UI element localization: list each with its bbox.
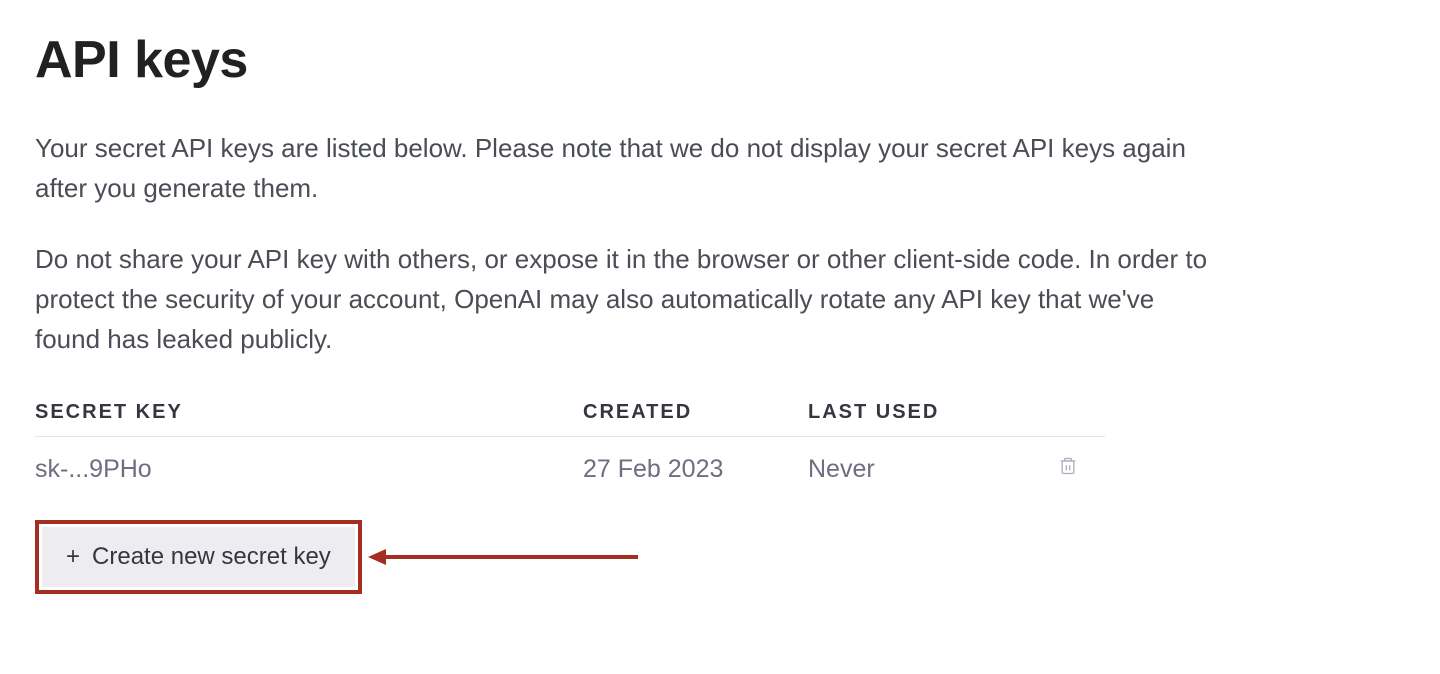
col-header-last-used: LAST USED xyxy=(808,401,1038,424)
col-header-action xyxy=(1038,401,1098,424)
page-title: API keys xyxy=(35,30,1405,90)
plus-icon: + xyxy=(66,545,80,569)
cell-secret-key: sk-...9PHo xyxy=(35,455,583,484)
col-header-created: CREATED xyxy=(583,401,808,424)
annotation-arrow-icon xyxy=(368,542,638,572)
table-header-row: SECRET KEY CREATED LAST USED xyxy=(35,401,1105,437)
cell-action xyxy=(1038,455,1098,484)
annotation-highlight-box: + Create new secret key xyxy=(35,520,362,594)
description-paragraph-2: Do not share your API key with others, o… xyxy=(35,239,1215,360)
table-row: sk-...9PHo 27 Feb 2023 Never xyxy=(35,437,1105,502)
cell-last-used: Never xyxy=(808,455,1038,484)
col-header-secret-key: SECRET KEY xyxy=(35,401,583,424)
cell-created: 27 Feb 2023 xyxy=(583,455,808,484)
create-new-secret-key-button[interactable]: + Create new secret key xyxy=(42,527,355,587)
api-keys-table: SECRET KEY CREATED LAST USED sk-...9PHo … xyxy=(35,401,1105,502)
description-paragraph-1: Your secret API keys are listed below. P… xyxy=(35,128,1215,209)
trash-icon[interactable] xyxy=(1058,455,1078,484)
create-button-label: Create new secret key xyxy=(92,543,331,571)
